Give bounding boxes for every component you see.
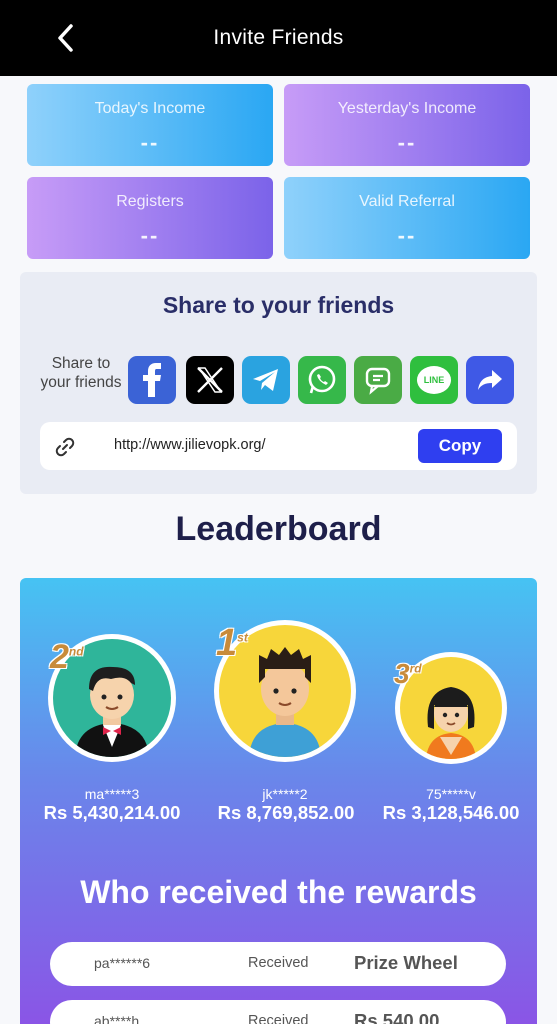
page-title: Invite Friends [213,26,344,49]
x-icon[interactable] [186,356,234,404]
line-icon-label: LINE [417,366,451,394]
third-place-amount: Rs 3,128,546.00 [382,802,520,823]
leaderboard-title: Leaderboard [175,510,382,548]
reward-prize: Rs 540.00 [354,1010,440,1024]
yesterdays-income-value: -- [397,130,417,155]
page-content: Today's Income -- Yesterday's Income -- … [0,76,557,1024]
line-icon[interactable]: LINE [410,356,458,404]
reward-user: ab****h [94,1013,140,1024]
third-place-name: 75*****v [426,786,476,802]
first-place-rank: 1st [216,622,248,665]
reward-row: pa******6 Received Prize Wheel [50,942,506,986]
todays-income-value: -- [140,130,160,155]
link-icon [55,437,75,457]
top-bar: Invite Friends [0,0,557,76]
share-panel: Share to your friends Share to your frie… [20,272,537,494]
leaderboard-panel: 2nd ma*****3 Rs 5,430,214.00 1st jk*****… [20,578,537,1024]
valid-referral-card: Valid Referral -- [284,177,530,259]
first-place-amount: Rs 8,769,852.00 [217,802,355,823]
share-heading: Share to your friends [162,292,395,318]
valid-referral-value: -- [397,223,417,248]
reward-user: pa******6 [94,955,151,971]
todays-income-label: Today's Income [94,100,206,117]
yesterdays-income-label: Yesterday's Income [337,100,477,117]
reward-status: Received [248,1013,309,1024]
whatsapp-icon[interactable] [298,356,346,404]
first-rank-number: 1 [216,622,238,664]
facebook-icon[interactable] [128,356,176,404]
referral-link-row: http://www.jilievopk.org/ Copy [40,422,517,470]
reward-status: Received [248,955,309,971]
third-rank-number: 3 [394,658,410,689]
yesterdays-income-card: Yesterday's Income -- [284,84,530,166]
second-rank-suffix: nd [68,644,84,659]
copy-button[interactable]: Copy [418,429,502,463]
first-rank-suffix: st [237,630,248,645]
todays-income-card: Today's Income -- [27,84,273,166]
telegram-icon[interactable] [242,356,290,404]
message-icon[interactable] [354,356,402,404]
share-side-label: Share to your friends [40,355,122,391]
second-rank-number: 2 [50,638,69,676]
registers-card: Registers -- [27,177,273,259]
valid-referral-label: Valid Referral [359,193,455,210]
reward-row: ab****h Received Rs 540.00 [50,1000,506,1024]
registers-value: -- [140,223,160,248]
second-place-name: ma*****3 [84,786,140,802]
rewards-title: Who received the rewards [80,874,477,910]
referral-url: http://www.jilievopk.org/ [114,437,266,453]
second-place-amount: Rs 5,430,214.00 [43,802,181,823]
registers-label: Registers [116,193,184,210]
third-place-rank: 3rd [394,658,422,690]
reward-prize: Prize Wheel [354,952,458,973]
first-place-name: jk*****2 [262,786,308,802]
second-place-rank: 2nd [50,638,84,677]
share-arrow-icon[interactable] [466,356,514,404]
third-rank-suffix: rd [409,661,422,676]
